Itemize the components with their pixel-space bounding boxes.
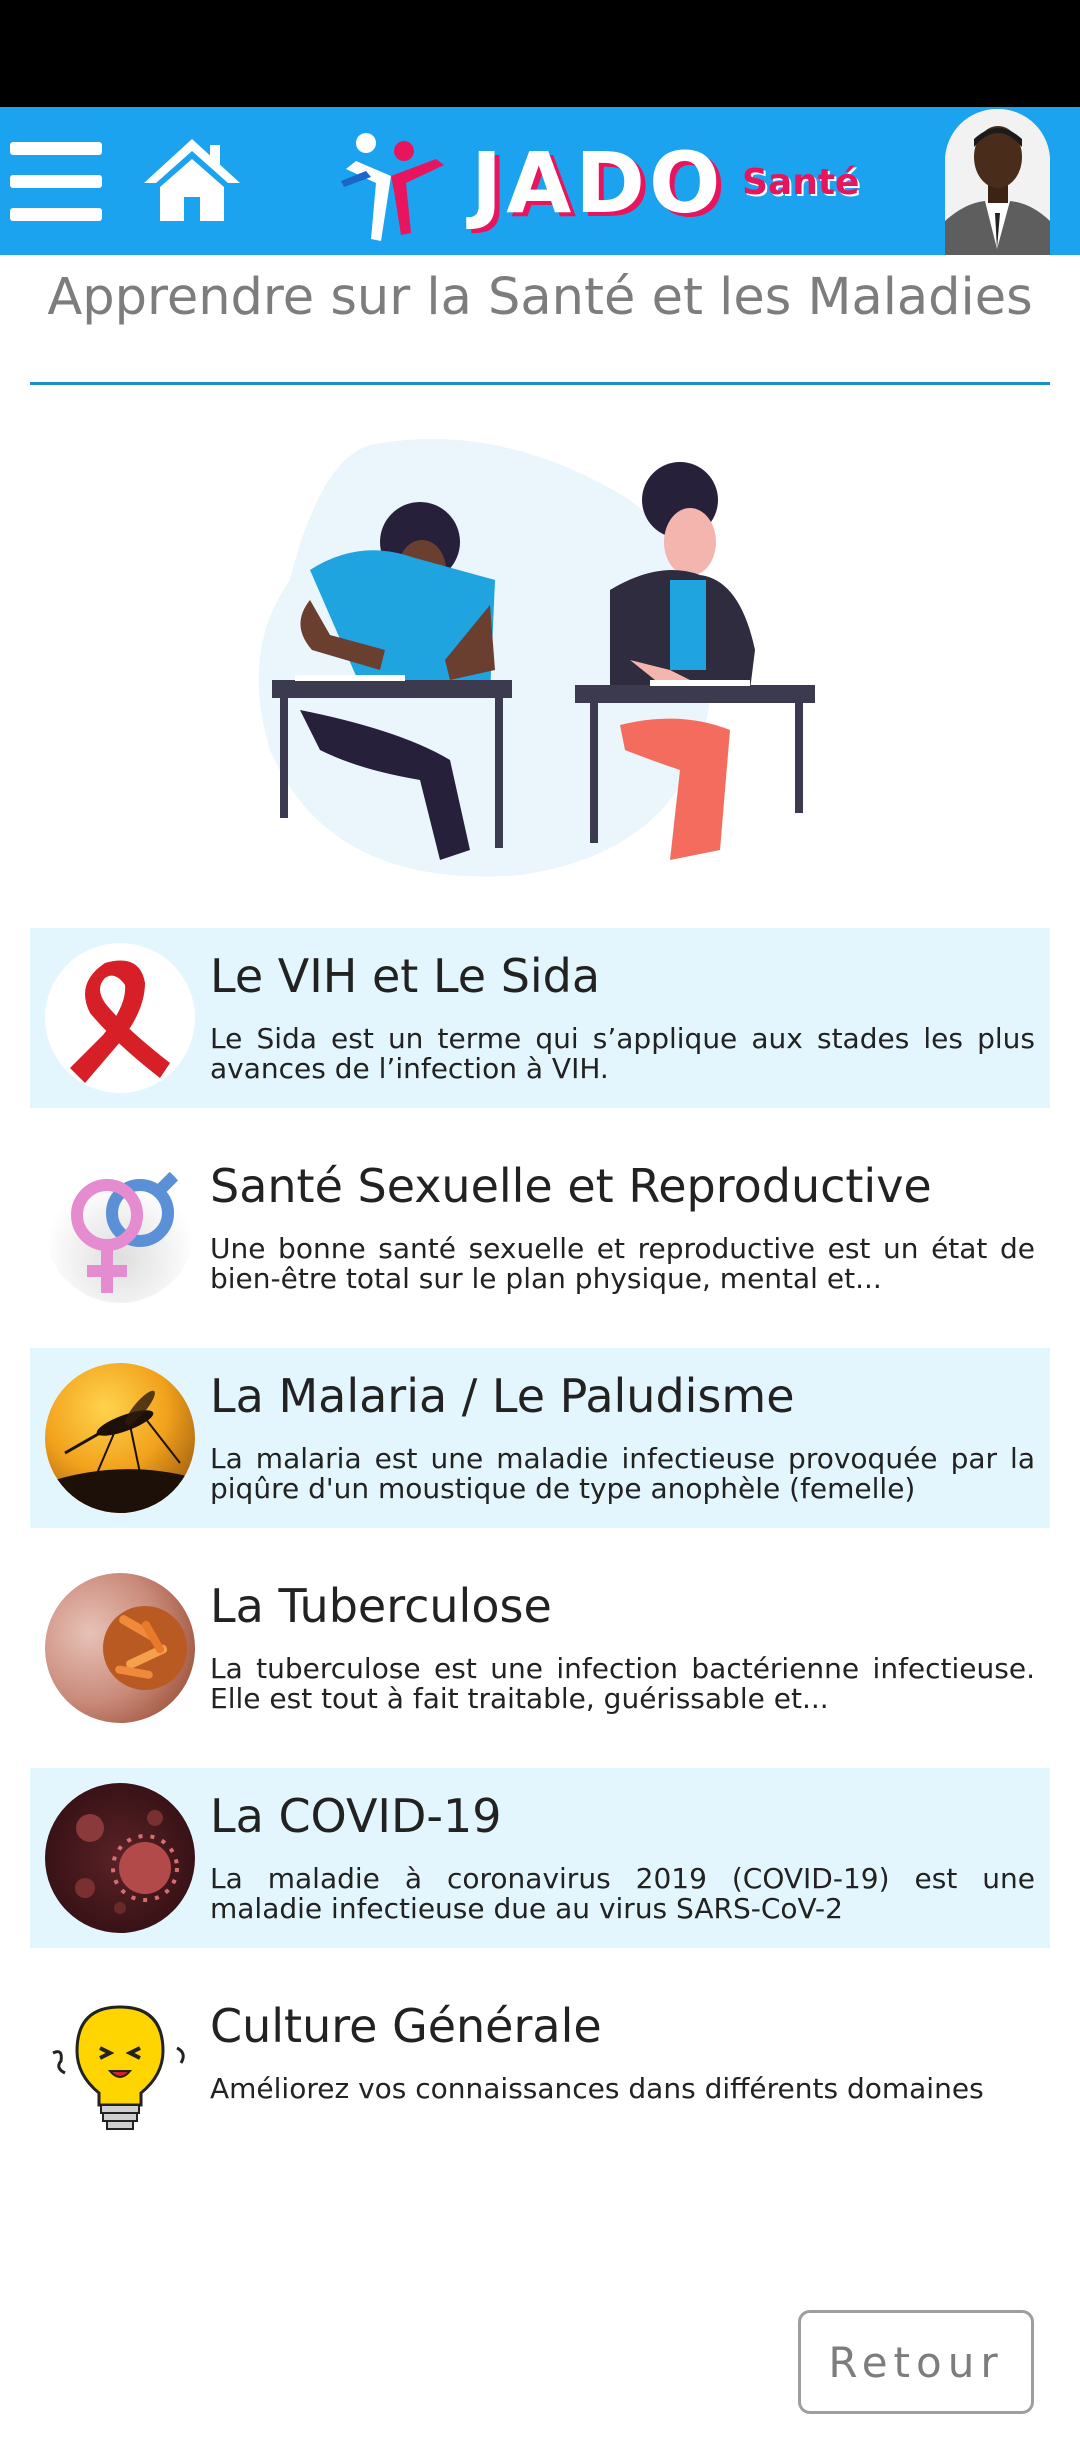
topic-card-covid[interactable]: La COVID-19 La maladie à coronavirus 201… bbox=[30, 1768, 1050, 1948]
topic-description: Le Sida est un terme qui s’applique aux … bbox=[210, 1022, 1035, 1085]
topic-title: La Malaria / Le Paludisme bbox=[210, 1369, 795, 1423]
topic-description: Améliorez vos connaissances dans différe… bbox=[210, 2072, 984, 2105]
status-bar bbox=[0, 0, 1080, 107]
logo-mark-icon bbox=[341, 133, 444, 241]
avatar[interactable] bbox=[945, 109, 1050, 255]
topic-card-vih[interactable]: Le VIH et Le Sida Le Sida est un terme q… bbox=[30, 928, 1050, 1108]
topic-description: La maladie à coronavirus 2019 (COVID-19)… bbox=[210, 1862, 1035, 1925]
lightbulb-icon bbox=[45, 1993, 195, 2143]
topic-title: La Tuberculose bbox=[210, 1579, 552, 1633]
mosquito-icon bbox=[45, 1363, 195, 1513]
logo-subtitle: Santé bbox=[742, 162, 860, 203]
back-button[interactable]: Retour bbox=[798, 2310, 1034, 2414]
bacteria-lungs-icon bbox=[45, 1573, 195, 1723]
gender-symbols-icon bbox=[45, 1153, 195, 1303]
topic-card-malaria[interactable]: La Malaria / Le Paludisme La malaria est… bbox=[30, 1348, 1050, 1528]
topic-card-tuberculose[interactable]: La Tuberculose La tuberculose est une in… bbox=[30, 1558, 1050, 1738]
title-divider bbox=[30, 382, 1050, 385]
coronavirus-icon bbox=[45, 1783, 195, 1933]
topic-description: La malaria est une maladie infectieuse p… bbox=[210, 1442, 1035, 1505]
topic-description: Une bonne santé sexuelle et reproductive… bbox=[210, 1232, 1035, 1295]
home-icon[interactable] bbox=[142, 135, 242, 225]
app-bar: JADO Santé bbox=[0, 107, 1080, 255]
menu-icon[interactable] bbox=[10, 142, 102, 222]
logo-name: JADO bbox=[471, 134, 725, 232]
topic-description: La tuberculose est une infection bactéri… bbox=[210, 1652, 1035, 1715]
topic-title: Le VIH et Le Sida bbox=[210, 949, 601, 1003]
app-logo: JADO Santé bbox=[336, 121, 876, 246]
topic-title: Culture Générale bbox=[210, 1999, 602, 2053]
hero-illustration bbox=[250, 430, 830, 890]
page-title: Apprendre sur la Santé et les Maladies bbox=[47, 268, 1033, 327]
topic-title: La COVID-19 bbox=[210, 1789, 502, 1843]
topic-card-culture[interactable]: Culture Générale Améliorez vos connaissa… bbox=[30, 1978, 1050, 2158]
topic-card-sante-sexuelle[interactable]: Santé Sexuelle et Reproductive Une bonne… bbox=[30, 1138, 1050, 1318]
topic-title: Santé Sexuelle et Reproductive bbox=[210, 1159, 932, 1213]
red-ribbon-icon bbox=[45, 943, 195, 1093]
